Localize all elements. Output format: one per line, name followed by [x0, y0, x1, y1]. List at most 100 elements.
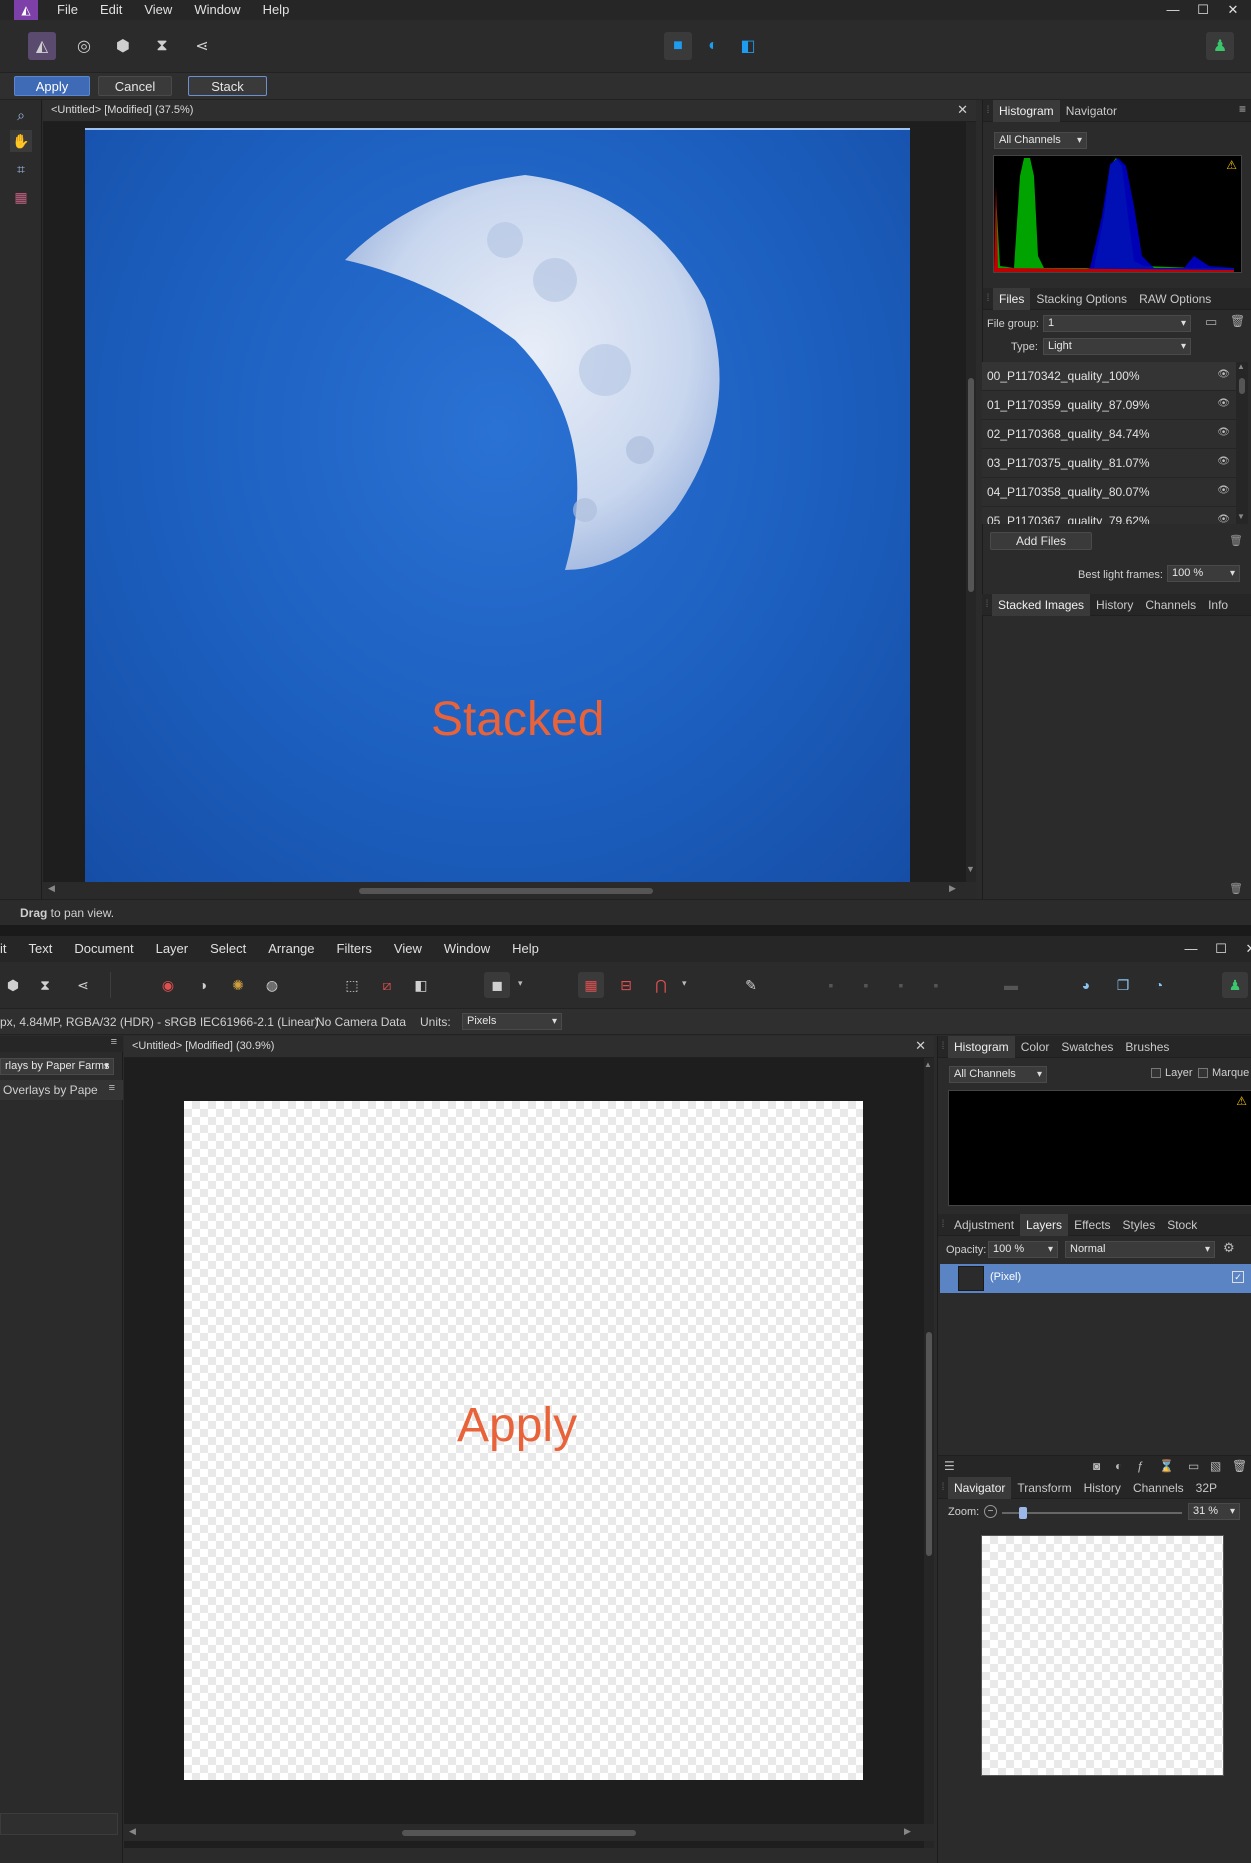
- view-mode-split-button[interactable]: ◐: [699, 32, 727, 60]
- marquee-checkbox[interactable]: [1198, 1068, 1208, 1078]
- tab-effects[interactable]: Effects: [1068, 1214, 1116, 1236]
- align-button-3[interactable]: ▪: [888, 972, 914, 998]
- close-window-button[interactable]: ✕: [1236, 939, 1251, 959]
- zoom-value-field[interactable]: 31 %: [1188, 1503, 1240, 1520]
- scroll-up-icon[interactable]: ▲: [1237, 362, 1245, 371]
- app-logo[interactable]: ◭: [14, 0, 38, 20]
- zoom-out-icon[interactable]: −: [984, 1505, 997, 1518]
- eye-icon[interactable]: 👁: [1217, 456, 1230, 467]
- eye-icon[interactable]: 👁: [1217, 514, 1230, 524]
- scroll-right-icon[interactable]: ▶: [904, 1826, 911, 1837]
- scroll-left-icon[interactable]: ◀: [129, 1826, 136, 1837]
- delete-stacked-icon[interactable]: 🗑: [1229, 882, 1243, 895]
- tab-history[interactable]: History: [1090, 594, 1139, 616]
- align-button-2[interactable]: ▪: [853, 972, 879, 998]
- eye-icon[interactable]: 👁: [1217, 398, 1230, 409]
- vertical-scroll-thumb[interactable]: [926, 1332, 932, 1556]
- document-tab[interactable]: <Untitled> [Modified] (30.9%) ✕: [124, 1036, 934, 1058]
- horizontal-scrollbar[interactable]: ◀ ▶: [124, 1824, 934, 1841]
- tab-info[interactable]: Info: [1202, 594, 1234, 616]
- tab-navigator[interactable]: Navigator: [948, 1476, 1012, 1499]
- tab-transform[interactable]: Transform: [1011, 1477, 1077, 1499]
- vertical-scroll-thumb[interactable]: [968, 378, 974, 592]
- assistant-button[interactable]: ♟: [1222, 972, 1248, 998]
- tone-mapping-persona-button[interactable]: ⧗: [148, 32, 176, 60]
- quick-mask-dropdown-icon[interactable]: ▾: [518, 978, 523, 989]
- canvas-area[interactable]: Apply: [124, 1058, 924, 1848]
- tab-channels[interactable]: Channels: [1127, 1477, 1190, 1499]
- tab-styles[interactable]: Styles: [1117, 1214, 1162, 1236]
- list-item[interactable]: 00_P1170342_quality_100% 👁: [982, 362, 1240, 391]
- asset-menu-icon[interactable]: ≡: [109, 1082, 115, 1094]
- tab-brushes[interactable]: Brushes: [1119, 1036, 1175, 1058]
- tab-stock[interactable]: Stock: [1161, 1214, 1203, 1236]
- panel-menu-icon[interactable]: ≡: [111, 1036, 117, 1048]
- studio-link-button-2[interactable]: ❐: [1110, 972, 1136, 998]
- vertical-scrollbar[interactable]: ▲ ▼: [924, 1058, 934, 1848]
- horizontal-scroll-thumb[interactable]: [402, 1830, 636, 1836]
- tab-channels[interactable]: Channels: [1139, 594, 1202, 616]
- add-files-button[interactable]: Add Files: [990, 532, 1092, 550]
- align-button-1[interactable]: ▪: [818, 972, 844, 998]
- tab-history[interactable]: History: [1078, 1477, 1127, 1499]
- file-group-dropdown[interactable]: 1: [1043, 315, 1191, 332]
- align-button-4[interactable]: ▪: [923, 972, 949, 998]
- menu-filters[interactable]: Filters: [326, 939, 383, 959]
- menu-help[interactable]: Help: [501, 939, 550, 959]
- menu-document[interactable]: Document: [63, 939, 144, 959]
- menu-window[interactable]: Window: [183, 0, 251, 20]
- hand-tool[interactable]: ✋: [10, 130, 32, 152]
- eye-icon[interactable]: 👁: [1217, 427, 1230, 438]
- liquify-persona-button[interactable]: ◎: [70, 32, 98, 60]
- deselect-button[interactable]: ⧄: [374, 972, 400, 998]
- apply-button[interactable]: Apply: [14, 76, 90, 96]
- tone-mapping-persona-button[interactable]: ⧗: [32, 972, 58, 998]
- layer-row[interactable]: (Pixel) ✓: [940, 1264, 1251, 1293]
- white-balance-button[interactable]: ◍: [259, 972, 285, 998]
- file-list-scrollbar[interactable]: ▲ ▼: [1236, 362, 1248, 524]
- tab-swatches[interactable]: Swatches: [1055, 1036, 1119, 1058]
- asset-item[interactable]: Overlays by Pape ≡: [0, 1080, 123, 1100]
- assistant-button[interactable]: ♟: [1206, 32, 1234, 60]
- zoom-slider[interactable]: [1002, 1507, 1182, 1519]
- crop-tool[interactable]: ⌗: [10, 158, 32, 180]
- levels-button[interactable]: ◉: [155, 972, 181, 998]
- pen-tool-button[interactable]: ✎: [738, 972, 764, 998]
- panel-menu-icon[interactable]: ≡: [1239, 102, 1246, 116]
- units-dropdown[interactable]: Pixels: [462, 1013, 562, 1030]
- develop-persona-button[interactable]: ⬢: [0, 972, 26, 998]
- hsl-button[interactable]: ✺: [225, 972, 251, 998]
- open-folder-icon[interactable]: ▭: [1205, 314, 1217, 330]
- tab-32p[interactable]: 32P: [1190, 1477, 1223, 1499]
- tab-stacking-options[interactable]: Stacking Options: [1030, 288, 1133, 310]
- layer-settings-gear-icon[interactable]: ⚙: [1223, 1240, 1235, 1256]
- minimize-button[interactable]: —: [1176, 939, 1206, 959]
- tab-navigator[interactable]: Navigator: [1060, 100, 1123, 122]
- best-light-frames-dropdown[interactable]: 100 %: [1167, 565, 1240, 582]
- studio-link-button-1[interactable]: ◕: [1073, 972, 1099, 998]
- tab-stacked-images[interactable]: Stacked Images: [992, 593, 1091, 616]
- tab-adjustment[interactable]: Adjustment: [948, 1214, 1020, 1236]
- fx-icon[interactable]: ƒ: [1137, 1459, 1144, 1473]
- document-tab[interactable]: <Untitled> [Modified] (37.5%) ✕: [43, 100, 976, 122]
- tab-raw-options[interactable]: RAW Options: [1133, 288, 1217, 310]
- menu-select[interactable]: Select: [199, 939, 257, 959]
- horizontal-scroll-thumb[interactable]: [359, 888, 653, 894]
- navigator-preview[interactable]: [981, 1535, 1224, 1776]
- mask-layer-icon[interactable]: ◙: [1093, 1459, 1100, 1473]
- layers-stack-icon[interactable]: ☰: [944, 1459, 955, 1473]
- snapping-dropdown-icon[interactable]: ▾: [682, 978, 687, 989]
- list-item[interactable]: 03_P1170375_quality_81.07% 👁: [982, 449, 1240, 478]
- asset-search-field[interactable]: [0, 1813, 118, 1835]
- maximize-button[interactable]: ☐: [1206, 939, 1236, 959]
- export-persona-button[interactable]: ⋖: [70, 972, 96, 998]
- zoom-tool[interactable]: ⌕: [10, 104, 32, 126]
- close-document-icon[interactable]: ✕: [957, 102, 968, 118]
- grid-tool[interactable]: ▦: [10, 186, 32, 208]
- tab-histogram[interactable]: Histogram: [993, 99, 1060, 122]
- scroll-right-icon[interactable]: ▶: [949, 883, 956, 894]
- photo-persona-button[interactable]: ◭: [28, 32, 56, 60]
- snapping-magnet-button[interactable]: ⋂: [648, 972, 674, 998]
- scroll-down-icon[interactable]: ▼: [966, 864, 975, 874]
- quick-mask-button[interactable]: ◼: [484, 972, 510, 998]
